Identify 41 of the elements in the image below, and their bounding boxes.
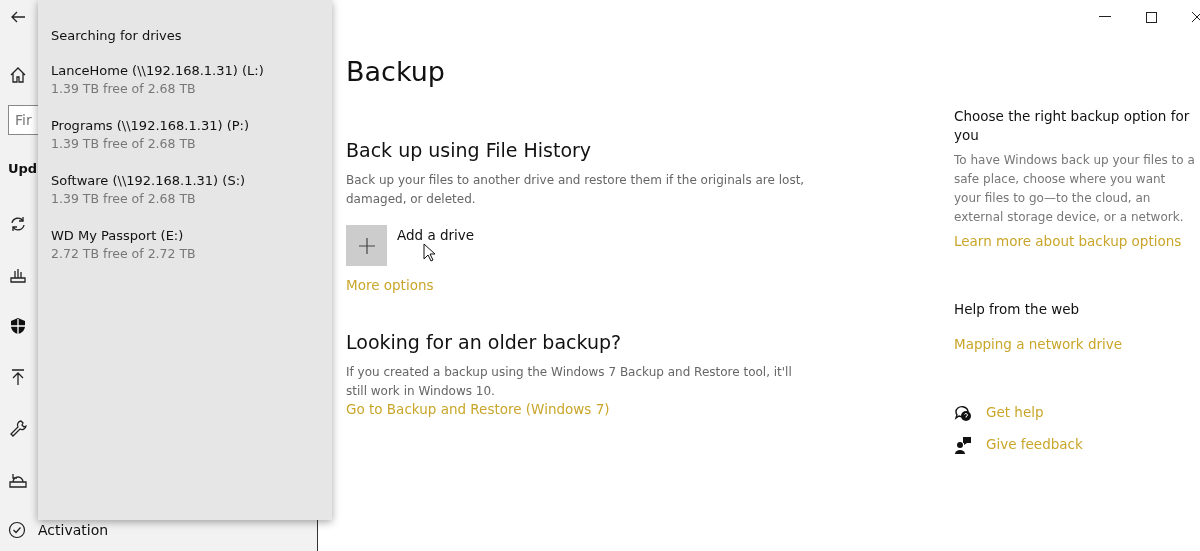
drive-item[interactable]: LanceHome (\\192.168.1.31) (L:) 1.39 TB free of 2.68 TB bbox=[51, 63, 264, 96]
drive-space: 1.39 TB free of 2.68 TB bbox=[51, 81, 197, 96]
section-title: Upd bbox=[8, 161, 39, 176]
aside-heading: Help from the web bbox=[954, 301, 1081, 317]
drive-item[interactable]: WD My Passport (E:) 2.72 TB free of 2.72 TB bbox=[51, 228, 196, 261]
plus-icon bbox=[357, 236, 376, 255]
minimize-icon bbox=[1099, 16, 1111, 18]
home-button[interactable] bbox=[8, 65, 28, 85]
drive-item[interactable]: Software (\\192.168.1.31) (S:) 1.39 TB free of 2.68 TB bbox=[51, 173, 246, 206]
shield-icon bbox=[9, 317, 27, 335]
wrench-icon bbox=[9, 419, 27, 437]
section-description: Back up your files to another drive and restore them if the originals are lost, damaged, or deleted. bbox=[346, 172, 806, 208]
tray-icon bbox=[9, 266, 27, 284]
upload-icon bbox=[9, 368, 27, 386]
page-title: Backup bbox=[346, 56, 446, 87]
maximize-icon bbox=[1145, 11, 1157, 23]
add-drive-button[interactable]: Add a drive bbox=[346, 225, 475, 266]
drive-space: 1.39 TB free of 2.68 TB bbox=[51, 136, 197, 151]
drive-item[interactable]: Programs (\\192.168.1.31) (P:) 1.39 TB free of 2.68 TB bbox=[51, 118, 249, 151]
close-icon bbox=[1191, 11, 1200, 23]
home-icon bbox=[9, 66, 27, 84]
check-circle-icon bbox=[8, 521, 26, 539]
drive-name: Software (\\192.168.1.31) (S:) bbox=[51, 173, 246, 188]
sync-icon bbox=[9, 215, 27, 233]
flyout-title: Searching for drives bbox=[51, 28, 183, 43]
aside-heading: Choose the right backup option for you bbox=[954, 107, 1191, 145]
cursor-icon bbox=[423, 243, 436, 262]
nav-item[interactable] bbox=[8, 418, 28, 438]
section-heading: Back up using File History bbox=[346, 139, 593, 161]
drive-name: Programs (\\192.168.1.31) (P:) bbox=[51, 118, 249, 133]
help-chat-icon bbox=[954, 404, 972, 422]
drive-name: LanceHome (\\192.168.1.31) (L:) bbox=[51, 63, 264, 78]
drive-space: 2.72 TB free of 2.72 TB bbox=[51, 246, 196, 261]
drive-name: WD My Passport (E:) bbox=[51, 228, 185, 243]
section-heading: Looking for an older backup? bbox=[346, 331, 623, 353]
aside-description: To have Windows back up your files to a safe place, choose where you want your files to go—to the cloud, an external storage device, or a network. bbox=[954, 152, 1196, 226]
nav-item[interactable] bbox=[8, 316, 28, 336]
nav-label[interactable]: Activation bbox=[38, 522, 109, 538]
drive-space: 1.39 TB free of 2.68 TB bbox=[51, 191, 197, 206]
section-description: If you created a backup using the Windows 7 Backup and Restore tool, it'll still work in Windows 10. bbox=[346, 364, 793, 400]
feedback-icon bbox=[954, 436, 972, 454]
